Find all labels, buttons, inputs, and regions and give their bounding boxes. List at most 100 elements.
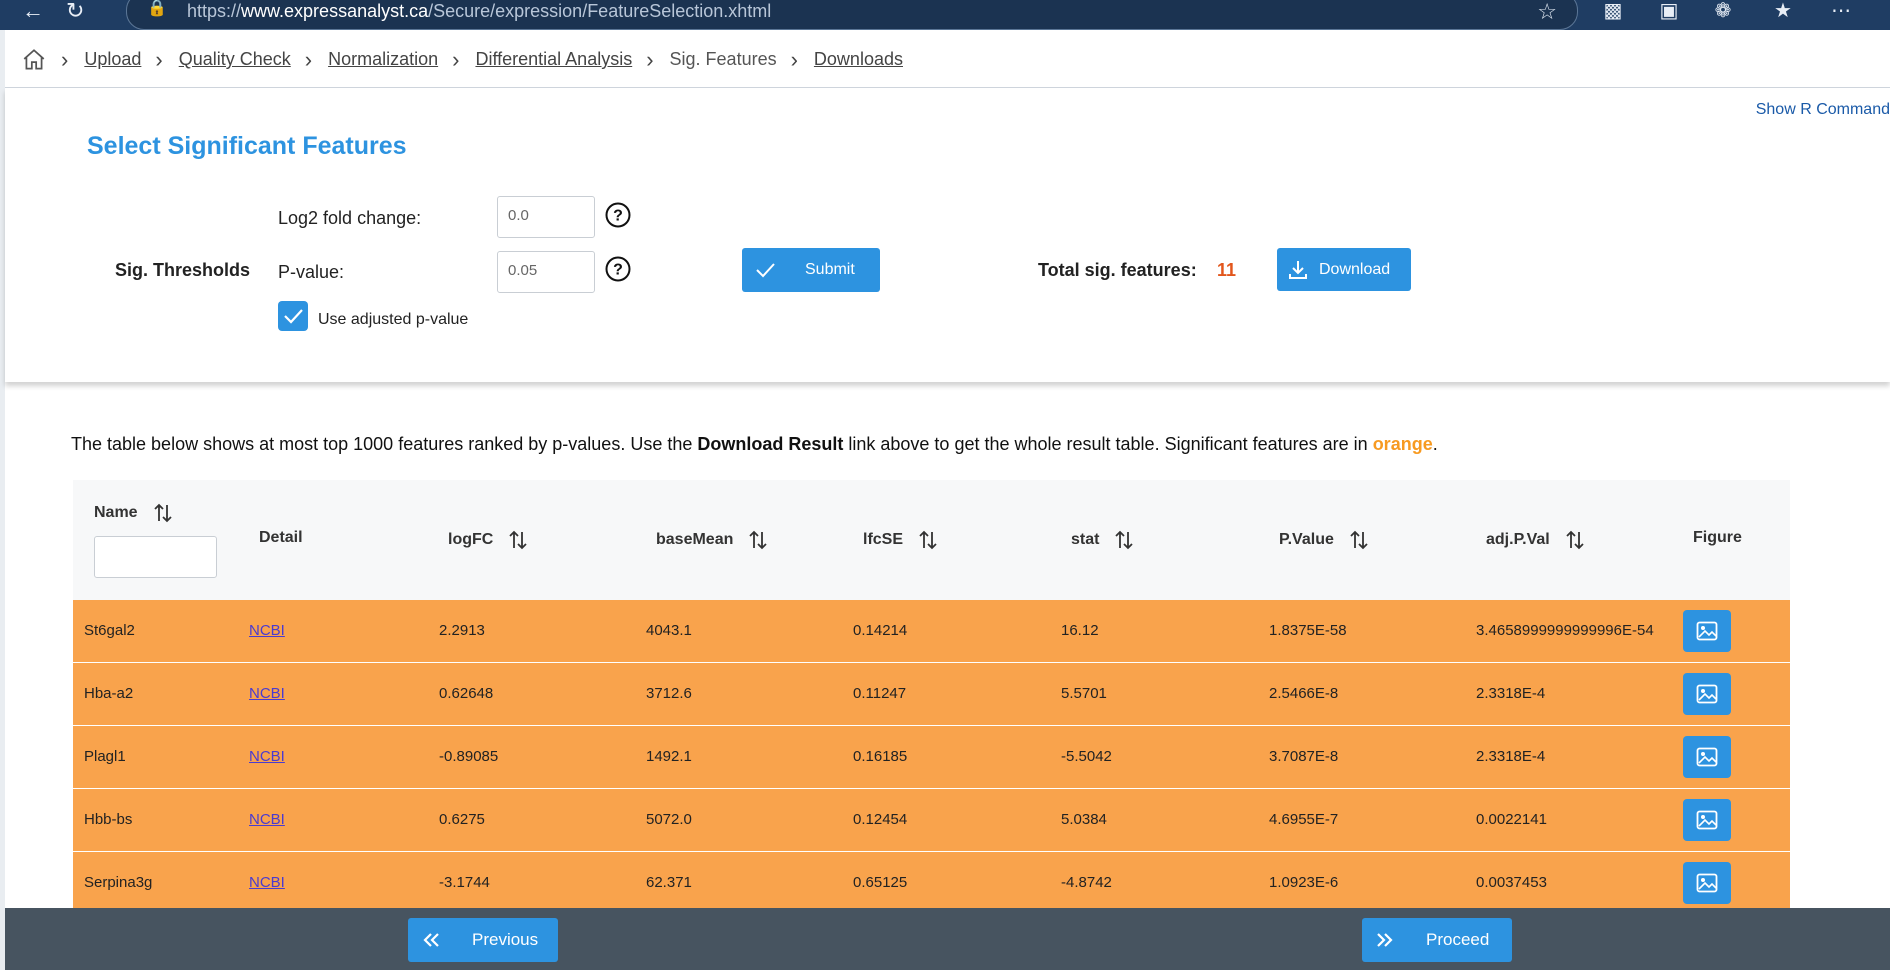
breadcrumb-sig-features: Sig. Features bbox=[669, 49, 777, 69]
sort-icon[interactable] bbox=[1348, 529, 1370, 551]
header-logfc[interactable]: logFC bbox=[448, 529, 529, 551]
header-pvalue[interactable]: P.Value bbox=[1279, 529, 1370, 551]
cell-stat: 5.5701 bbox=[1061, 685, 1107, 702]
info-text-part: The table below shows at most top 1000 f… bbox=[71, 434, 698, 454]
breadcrumb-upload[interactable]: Upload bbox=[84, 49, 141, 70]
cell-pvalue: 3.7087E-8 bbox=[1269, 748, 1339, 765]
cell-lfcse: 0.12454 bbox=[853, 811, 908, 828]
more-options-icon[interactable]: ⋯ bbox=[1828, 0, 1854, 24]
cell-lfcse: 0.65125 bbox=[853, 874, 908, 891]
refresh-icon[interactable]: ↻ bbox=[66, 0, 84, 26]
document-icon[interactable]: ▩ bbox=[1600, 0, 1626, 24]
header-detail-label: Detail bbox=[259, 529, 303, 546]
download-button[interactable]: Download bbox=[1277, 248, 1411, 291]
table-description: The table below shows at most top 1000 f… bbox=[71, 434, 1438, 455]
cell-adj-pval: 2.3318E-4 bbox=[1476, 748, 1546, 765]
sort-icon[interactable] bbox=[917, 529, 939, 551]
total-sig-features-label: Total sig. features: bbox=[1038, 260, 1197, 280]
p-value-input[interactable]: 0.05 bbox=[497, 251, 595, 293]
sort-icon[interactable] bbox=[1564, 529, 1586, 551]
header-stat-label: stat bbox=[1071, 531, 1100, 548]
cell-stat: 16.12 bbox=[1061, 622, 1099, 639]
cell-lfcse: 0.16185 bbox=[853, 748, 908, 765]
show-r-command-link[interactable]: Show R Command bbox=[1756, 101, 1890, 119]
favorites-list-icon[interactable]: ★ bbox=[1770, 0, 1796, 24]
header-pvalue-label: P.Value bbox=[1279, 531, 1334, 548]
chevron-right-icon: › bbox=[790, 46, 798, 72]
cell-name: Serpina3g bbox=[84, 874, 153, 891]
address-bar[interactable]: 🔒 https://www.expressanalyst.ca/Secure/e… bbox=[126, 0, 1578, 30]
proceed-button-label: Proceed bbox=[1426, 930, 1490, 949]
cell-logfc: 0.6275 bbox=[439, 811, 485, 828]
header-lfcse[interactable]: lfcSE bbox=[863, 529, 939, 551]
table-row: Hba-a2 NCBI 0.62648 3712.6 0.11247 5.570… bbox=[73, 663, 1790, 726]
proceed-button[interactable]: Proceed bbox=[1362, 918, 1512, 962]
header-basemean[interactable]: baseMean bbox=[656, 529, 769, 551]
ncbi-link[interactable]: NCBI bbox=[249, 663, 285, 725]
cell-name: Hba-a2 bbox=[84, 685, 134, 702]
header-name[interactable]: Name bbox=[94, 502, 174, 524]
submit-button-label: Submit bbox=[805, 261, 855, 278]
figure-button[interactable] bbox=[1683, 736, 1731, 778]
threshold-panel: Show R Command Select Significant Featur… bbox=[5, 88, 1890, 382]
favorite-star-icon[interactable]: ☆ bbox=[1537, 0, 1557, 25]
footer-bar: Previous Proceed bbox=[5, 908, 1890, 970]
log2-fold-change-input[interactable]: 0.0 bbox=[497, 196, 595, 238]
header-adj-pval[interactable]: adj.P.Val bbox=[1486, 529, 1586, 551]
sig-thresholds-label: Sig. Thresholds bbox=[115, 260, 251, 280]
extension-badge-icon[interactable]: ▣ bbox=[1656, 0, 1682, 24]
figure-button[interactable] bbox=[1683, 673, 1731, 715]
submit-button[interactable]: Submit bbox=[742, 248, 880, 292]
cell-logfc: 0.62648 bbox=[439, 685, 494, 702]
breadcrumb-downloads[interactable]: Downloads bbox=[814, 49, 903, 70]
sort-icon[interactable] bbox=[1113, 529, 1135, 551]
chevron-right-icon: › bbox=[646, 46, 654, 72]
previous-button[interactable]: Previous bbox=[408, 918, 558, 962]
cell-name: St6gal2 bbox=[84, 622, 135, 639]
header-detail: Detail bbox=[259, 529, 303, 547]
header-lfcse-label: lfcSE bbox=[863, 531, 904, 548]
image-icon bbox=[1696, 747, 1718, 767]
chevron-right-icon: › bbox=[304, 46, 313, 72]
table-header: Name Detail logFC baseMean lfcSE stat P.… bbox=[73, 480, 1790, 601]
puzzle-icon[interactable]: ❁ bbox=[1710, 0, 1736, 24]
log2-fold-change-label: Log2 fold change: bbox=[278, 208, 422, 228]
ncbi-link[interactable]: NCBI bbox=[249, 789, 285, 851]
sort-icon[interactable] bbox=[507, 529, 529, 551]
image-icon bbox=[1696, 621, 1718, 641]
breadcrumb-normalization[interactable]: Normalization bbox=[328, 49, 438, 70]
url-text: https://www.expressanalyst.ca/Secure/exp… bbox=[187, 1, 772, 21]
ncbi-link[interactable]: NCBI bbox=[249, 600, 285, 662]
cell-stat: 5.0384 bbox=[1061, 811, 1107, 828]
figure-button[interactable] bbox=[1683, 862, 1731, 904]
double-chevron-right-icon bbox=[1377, 933, 1393, 947]
header-stat[interactable]: stat bbox=[1071, 529, 1135, 551]
use-adjusted-pvalue-checkbox[interactable] bbox=[278, 301, 308, 331]
header-figure: Figure bbox=[1693, 529, 1742, 547]
breadcrumb-differential-analysis[interactable]: Differential Analysis bbox=[475, 49, 632, 70]
back-arrow-icon[interactable]: ← bbox=[22, 0, 44, 26]
cell-stat: -5.5042 bbox=[1061, 748, 1112, 765]
cell-stat: -4.8742 bbox=[1061, 874, 1112, 891]
table-row: Hbb-bs NCBI 0.6275 5072.0 0.12454 5.0384… bbox=[73, 789, 1790, 852]
name-filter-input[interactable] bbox=[94, 536, 217, 578]
ncbi-link[interactable]: NCBI bbox=[249, 852, 285, 914]
cell-name: Hbb-bs bbox=[84, 811, 133, 828]
check-icon bbox=[756, 263, 775, 278]
help-icon[interactable]: ? bbox=[605, 202, 631, 228]
help-icon[interactable]: ? bbox=[605, 256, 631, 282]
cell-adj-pval: 3.4658999999999996E-54 bbox=[1476, 622, 1654, 639]
home-icon[interactable] bbox=[21, 47, 47, 73]
cell-pvalue: 1.8375E-58 bbox=[1269, 622, 1347, 639]
figure-button[interactable] bbox=[1683, 610, 1731, 652]
cell-adj-pval: 0.0037453 bbox=[1476, 874, 1547, 891]
cell-basemean: 4043.1 bbox=[646, 622, 692, 639]
figure-button[interactable] bbox=[1683, 799, 1731, 841]
page-title: Select Significant Features bbox=[87, 132, 407, 160]
ncbi-link[interactable]: NCBI bbox=[249, 726, 285, 788]
sort-icon[interactable] bbox=[747, 529, 769, 551]
svg-text:?: ? bbox=[613, 262, 623, 279]
breadcrumb-quality-check[interactable]: Quality Check bbox=[179, 49, 291, 70]
sort-icon[interactable] bbox=[152, 502, 174, 524]
svg-text:?: ? bbox=[613, 208, 623, 225]
